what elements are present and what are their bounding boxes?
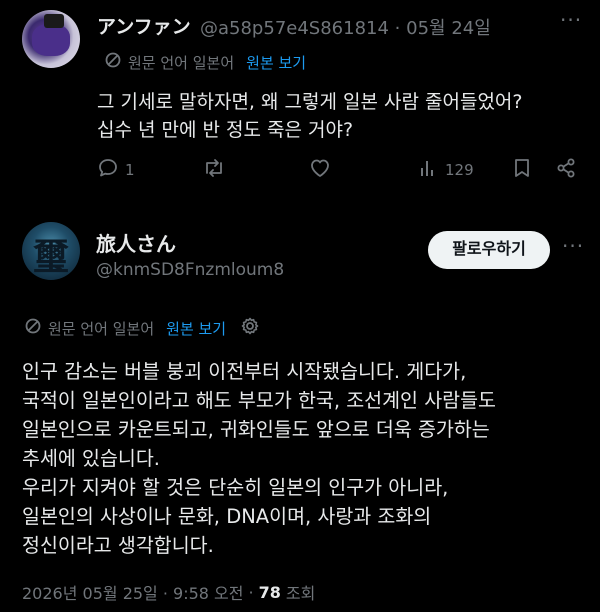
post-text-line: 우리가 지켜야 할 것은 단순히 일본의 인구가 아니라, <box>22 476 449 499</box>
handle[interactable]: @knmSD8Fnzmloum8 <box>96 260 284 280</box>
handle[interactable]: @a58p57e4S861814 <box>200 18 389 39</box>
avatar-image-detail <box>44 14 64 28</box>
translate-icon <box>104 51 122 73</box>
avatar[interactable]: 璽 <box>22 222 80 280</box>
post-text-line: 일본인으로 카운트되고, 귀화인들도 앞으로 더욱 증가하는 <box>22 418 490 441</box>
bookmark-icon <box>512 157 532 183</box>
views-count: 78 <box>258 582 281 602</box>
reply-button[interactable]: 1 <box>97 157 135 183</box>
display-name[interactable]: アンファン <box>97 12 191 39</box>
translation-notice: 원문 언어 일본어 원본 보기 <box>104 51 306 73</box>
gear-icon[interactable] <box>240 316 260 340</box>
views-count: 129 <box>445 161 474 179</box>
view-original-link[interactable]: 원본 보기 <box>166 318 226 339</box>
follow-button[interactable]: 팔로우하기 <box>428 231 550 269</box>
post-meta: 2026년 05월 25일 · 9:58 오전 · 78 조회 <box>22 580 315 604</box>
views-button[interactable]: 129 <box>417 157 474 183</box>
bookmark-button[interactable] <box>512 157 532 183</box>
avatar[interactable] <box>22 10 80 68</box>
separator: · <box>394 18 401 39</box>
repost-button[interactable] <box>202 157 226 183</box>
post-date[interactable]: 05월 24일 <box>406 18 491 39</box>
like-button[interactable] <box>309 157 331 183</box>
analytics-icon <box>417 157 439 183</box>
more-options-icon[interactable]: ··· <box>560 8 582 32</box>
translate-source-label: 원문 언어 일본어 <box>128 53 235 72</box>
separator: · <box>248 582 254 602</box>
display-name[interactable]: 旅人さん <box>96 228 176 257</box>
handle-and-date: @a58p57e4S861814 · 05월 24일 <box>200 14 491 40</box>
repost-icon <box>202 157 226 183</box>
post-text-line: 국적이 일본인이라고 해도 부모가 한국, 조선계인 사람들도 <box>22 389 496 412</box>
post-text: 인구 감소는 버블 붕괴 이전부터 시작됐습니다. 게다가, 국적이 일본인이라… <box>22 357 582 560</box>
post-text-line: 십수 년 만에 반 정도 죽은 거야? <box>97 119 354 141</box>
action-bar: 1 129 <box>97 157 577 187</box>
more-options-icon[interactable]: ··· <box>562 234 584 258</box>
reply-icon <box>97 157 119 183</box>
avatar-image <box>32 24 70 56</box>
avatar-glyph: 璽 <box>32 236 69 278</box>
heart-icon <box>309 157 331 183</box>
views-label: 조회 <box>285 584 316 603</box>
translate-source-label: 원문 언어 일본어 <box>48 319 155 338</box>
translate-icon <box>24 317 42 339</box>
translation-notice: 원문 언어 일본어 원본 보기 <box>24 316 260 340</box>
post-text: 그 기세로 말하자면, 왜 그렇게 일본 사람 줄어들었어? 십수 년 만에 반… <box>97 88 522 144</box>
post-text-line: 정신이라고 생각합니다. <box>22 534 214 557</box>
view-original-link[interactable]: 원본 보기 <box>246 52 306 73</box>
post-timestamp[interactable]: 2026년 05월 25일 · 9:58 오전 <box>22 580 243 604</box>
reply-count: 1 <box>125 161 135 179</box>
post-text-line: 그 기세로 말하자면, 왜 그렇게 일본 사람 줄어들었어? <box>97 91 523 113</box>
post-text-line: 인구 감소는 버블 붕괴 이전부터 시작됐습니다. 게다가, <box>22 360 467 383</box>
post-text-line: 추세에 있습니다. <box>22 447 160 470</box>
post-text-line: 일본인의 사상이나 문화, DNA이며, 사랑과 조화의 <box>22 505 432 528</box>
share-button[interactable] <box>555 157 577 183</box>
share-icon <box>555 157 577 183</box>
